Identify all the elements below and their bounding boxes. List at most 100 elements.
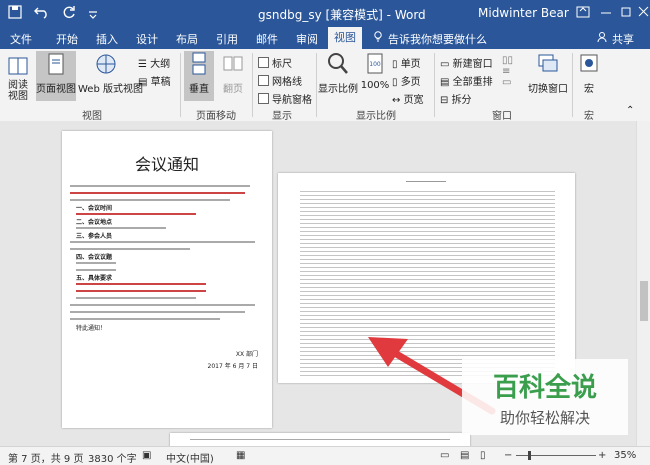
arrange-all-button[interactable]: ▤ 全部重排 (440, 73, 493, 88)
nav-pane-checkbox[interactable]: 导航窗格 (258, 91, 312, 106)
ruler-checkbox[interactable]: 标尺 (258, 55, 292, 70)
share-icon[interactable] (597, 31, 607, 46)
notice-item-5: 五、具体要求 (76, 275, 113, 282)
proofing-icon[interactable]: ▣ (142, 450, 151, 461)
print-layout-button[interactable]: 页面视图 (36, 51, 76, 101)
zoom-label: 显示比例 (318, 84, 358, 95)
tab-layout[interactable]: 布局 (176, 31, 198, 47)
web-layout-status-icon[interactable]: ▯ (480, 450, 486, 461)
vertical-label: 垂直 (189, 84, 209, 95)
zoom-in-icon[interactable]: + (598, 450, 606, 461)
macro-record-icon[interactable]: ▦ (236, 450, 245, 461)
tab-mailings[interactable]: 邮件 (256, 31, 278, 47)
ribbon-view: 阅读 视图 页面视图 Web 版式视图 ☰ 大纲 ▤ 草稿 视图 垂直 翻页 页… (0, 49, 650, 122)
print-layout-status-icon[interactable]: ▤ (460, 450, 469, 461)
redo-icon[interactable] (62, 5, 78, 21)
group-show-label: 显示 (272, 111, 292, 122)
one-page-icon: ▯ (392, 59, 401, 70)
zoom100-icon: 100 (367, 53, 383, 74)
customize-qat-icon[interactable] (88, 5, 104, 21)
zoom100-label: 100% (360, 80, 390, 91)
side-by-side-button[interactable]: 翻页 (218, 51, 248, 95)
web-layout-button[interactable]: Web 版式视图 (78, 51, 143, 95)
doc-title: 会议通知 (134, 155, 199, 174)
zoom100-button[interactable]: 100 100% (360, 51, 390, 91)
tab-insert[interactable]: 插入 (96, 31, 118, 47)
collapse-ribbon-icon[interactable]: ⌃ (626, 105, 634, 116)
tab-view[interactable]: 视图 (328, 27, 362, 49)
gridlines-check-icon[interactable] (258, 75, 269, 86)
notice-item-2: 二、会议地点 (76, 219, 113, 226)
undo-icon[interactable] (34, 5, 50, 21)
share-button[interactable]: 共享 (612, 31, 634, 47)
scroll-thumb[interactable] (640, 281, 648, 321)
tab-file[interactable]: 文件 (10, 31, 32, 47)
minimize-icon[interactable] (600, 5, 616, 21)
vertical-button[interactable]: 垂直 (184, 51, 214, 101)
doc-body-lines: 一、会议时间 二、会议地点 三、参会人员 四、会议议题 五、具体要求 特此通知！ (70, 181, 260, 351)
draft-icon: ▤ (138, 77, 151, 88)
vertical-icon (192, 52, 206, 75)
split-button[interactable]: ⊟ 拆分 (440, 91, 472, 106)
side-by-side-label: 翻页 (223, 84, 243, 95)
new-window-button[interactable]: ▭ 新建窗口 (440, 55, 493, 70)
macros-button[interactable]: 宏 (576, 51, 602, 95)
multi-page-icon: ▯ (392, 77, 401, 88)
separator (572, 53, 573, 117)
read-mode-button[interactable]: 阅读 视图 (6, 55, 30, 102)
arrange-all-icon: ▤ (440, 77, 453, 88)
read-mode-status-icon[interactable]: ▭ (440, 450, 449, 461)
restore-icon[interactable] (620, 5, 636, 21)
tab-references[interactable]: 引用 (216, 31, 238, 47)
notice-item-3: 三、参会人员 (76, 233, 113, 240)
multi-page-button[interactable]: ▯ 多页 (392, 73, 421, 88)
tab-design[interactable]: 设计 (136, 31, 158, 47)
outline-button[interactable]: ☰ 大纲 (138, 55, 170, 70)
tellme-input[interactable]: 告诉我你想要做什么 (388, 31, 487, 47)
svg-text:100: 100 (369, 61, 381, 68)
switch-windows-label: 切换窗口 (528, 84, 568, 95)
zoom-level[interactable]: 35% (614, 450, 636, 461)
web-layout-icon (96, 54, 116, 74)
language[interactable]: 中文(中国) (166, 450, 214, 465)
page-indicator[interactable]: 第 7 页，共 9 页 (8, 450, 83, 465)
document-area[interactable]: 会议通知 一、会议时间 二、会议地点 三、参会人员 四、会议议题 五、具体要求 … (0, 121, 636, 446)
zoom-out-icon[interactable]: − (504, 450, 512, 461)
split-icon: ⊟ (440, 95, 452, 106)
tellme-icon[interactable] (373, 31, 383, 46)
draft-button[interactable]: ▤ 草稿 (138, 73, 171, 88)
page-width-button[interactable]: ↔ 页宽 (392, 91, 424, 106)
ribbon-tabs: 文件 开始 插入 设计 布局 引用 邮件 审阅 视图 告诉我你想要做什么 共享 (0, 27, 650, 49)
window-side-icons[interactable]: ▯▯ ≡ ▭ (502, 55, 513, 88)
web-layout-label: Web 版式视图 (78, 84, 143, 95)
tab-review[interactable]: 审阅 (296, 31, 318, 47)
doc-thanks: 特此通知！ (76, 325, 107, 332)
zoom-button[interactable]: 显示比例 (318, 51, 358, 95)
zoom-slider-thumb[interactable] (528, 451, 531, 460)
print-layout-icon (48, 53, 64, 75)
save-icon[interactable] (8, 5, 24, 21)
ribbon-display-icon[interactable] (576, 5, 592, 21)
watermark-title: 百科全说 (492, 373, 597, 403)
page-next-peek (170, 433, 470, 446)
read-mode-label: 阅读 视图 (8, 80, 28, 102)
tab-home[interactable]: 开始 (56, 31, 78, 47)
gridlines-checkbox[interactable]: 网格线 (258, 73, 302, 88)
switch-windows-button[interactable]: 切换窗口 (526, 51, 570, 95)
word-count[interactable]: 3830 个字 (88, 450, 137, 465)
group-window-label: 窗口 (492, 111, 512, 122)
zoom-slider[interactable] (516, 451, 596, 460)
one-page-button[interactable]: ▯ 单页 (392, 55, 421, 70)
title-bar: gsndbg_sy [兼容模式] - Word Midwinter Bear (0, 0, 650, 27)
status-bar: 第 7 页，共 9 页 3830 个字 ▣ 中文(中国) ▦ ▭ ▤ ▯ − +… (0, 446, 650, 465)
switch-windows-icon (538, 54, 558, 72)
group-views-label: 视图 (82, 111, 102, 122)
close-icon[interactable] (638, 5, 650, 21)
vertical-scrollbar[interactable] (636, 121, 650, 446)
user-name[interactable]: Midwinter Bear (478, 6, 569, 20)
ruler-check-icon[interactable] (258, 57, 269, 68)
doc-sign: XX 部门 (235, 351, 258, 358)
nav-pane-check-icon[interactable] (258, 93, 269, 104)
outline-icon: ☰ (138, 59, 151, 70)
watermark-subtitle: 助你轻松解决 (499, 409, 590, 427)
